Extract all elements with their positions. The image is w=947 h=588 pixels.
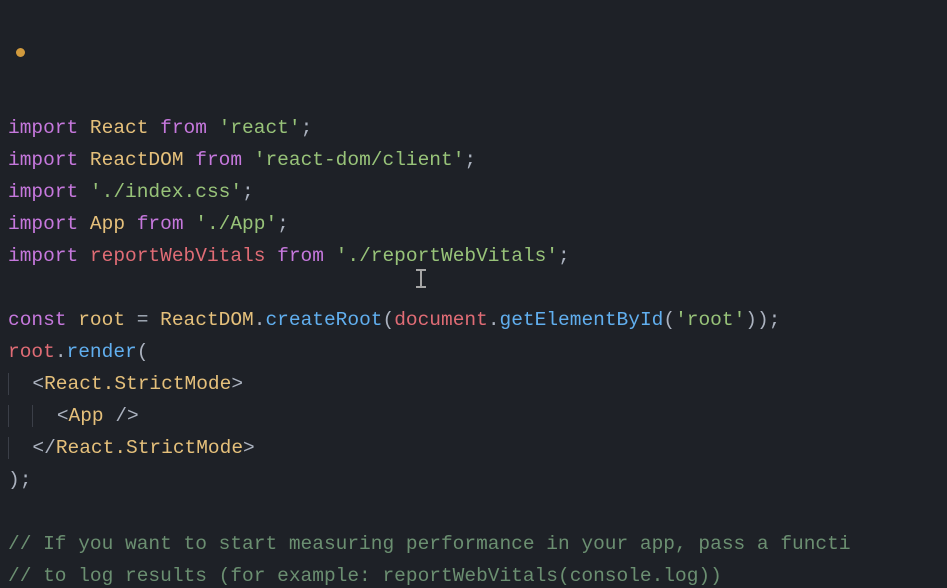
code-line[interactable]: <React.StrictMode>	[8, 368, 947, 400]
token-punc	[207, 117, 219, 139]
token-func: render	[67, 341, 137, 363]
token-kw: import	[8, 149, 90, 171]
token-ident: document	[394, 309, 488, 331]
token-punc	[265, 245, 277, 267]
token-comment: // to log results (for example: reportWe…	[8, 565, 722, 587]
token-angle: <	[57, 405, 69, 427]
token-kw: from	[137, 213, 184, 235]
token-kw: import	[8, 181, 90, 203]
code-line[interactable]: // If you want to start measuring perfor…	[8, 528, 947, 560]
token-dot: .	[488, 309, 500, 331]
token-kw: from	[195, 149, 242, 171]
indent	[8, 405, 32, 427]
token-str: 'root'	[675, 309, 745, 331]
indent	[8, 437, 32, 459]
code-content[interactable]: import React from 'react';import ReactDO…	[8, 112, 947, 588]
token-angle: </	[32, 437, 55, 459]
token-punc	[125, 213, 137, 235]
token-str: 'react'	[219, 117, 301, 139]
token-ident: reportWebVitals	[90, 245, 266, 267]
token-const: App	[90, 213, 125, 235]
code-line[interactable]: import App from './App';	[8, 208, 947, 240]
token-punc: ;	[558, 245, 570, 267]
token-str: './App'	[195, 213, 277, 235]
code-line[interactable]: );	[8, 464, 947, 496]
token-tag: React.StrictMode	[56, 437, 243, 459]
code-line[interactable]: import reportWebVitals from './reportWeb…	[8, 240, 947, 272]
code-line[interactable]: // to log results (for example: reportWe…	[8, 560, 947, 588]
token-dot: .	[254, 309, 266, 331]
token-dot: .	[55, 341, 67, 363]
code-line[interactable]: <App />	[8, 400, 947, 432]
warning-marker-icon	[16, 48, 25, 57]
token-angle: <	[32, 373, 44, 395]
token-angle: />	[104, 405, 139, 427]
token-root: root	[8, 341, 55, 363]
indent	[8, 373, 32, 395]
token-kw: const	[8, 309, 78, 331]
token-kw: from	[160, 117, 207, 139]
token-punc	[324, 245, 336, 267]
code-line[interactable]: import ReactDOM from 'react-dom/client';	[8, 144, 947, 176]
token-punc	[184, 149, 196, 171]
token-func: createRoot	[265, 309, 382, 331]
token-kw: import	[8, 117, 90, 139]
token-const: root	[78, 309, 125, 331]
token-angle: >	[243, 437, 255, 459]
token-kw: import	[8, 213, 90, 235]
token-punc: (	[137, 341, 149, 363]
token-const: ReactDOM	[160, 309, 254, 331]
token-punc	[148, 117, 160, 139]
token-punc: ;	[301, 117, 313, 139]
token-punc	[184, 213, 196, 235]
token-str: 'react-dom/client'	[254, 149, 465, 171]
token-punc: (	[663, 309, 675, 331]
token-const: React	[90, 117, 149, 139]
token-punc: ));	[745, 309, 780, 331]
code-line[interactable]: import React from 'react';	[8, 112, 947, 144]
token-kw: from	[277, 245, 324, 267]
token-str: './reportWebVitals'	[336, 245, 558, 267]
token-const: ReactDOM	[90, 149, 184, 171]
token-kw: import	[8, 245, 90, 267]
token-punc: );	[8, 469, 31, 491]
token-punc: (	[383, 309, 395, 331]
code-line[interactable]: const root = ReactDOM.createRoot(documen…	[8, 304, 947, 336]
code-line[interactable]: root.render(	[8, 336, 947, 368]
token-angle: >	[231, 373, 243, 395]
token-comment: // If you want to start measuring perfor…	[8, 533, 851, 555]
token-punc: ;	[464, 149, 476, 171]
token-punc: =	[125, 309, 160, 331]
token-tag: React.StrictMode	[44, 373, 231, 395]
token-str: './index.css'	[90, 181, 242, 203]
token-punc	[242, 149, 254, 171]
code-line[interactable]	[8, 272, 947, 304]
code-editor[interactable]: import React from 'react';import ReactDO…	[0, 0, 947, 588]
token-punc: ;	[277, 213, 289, 235]
code-line[interactable]	[8, 496, 947, 528]
token-func: getElementById	[500, 309, 664, 331]
code-line[interactable]: import './index.css';	[8, 176, 947, 208]
token-punc: ;	[242, 181, 254, 203]
token-tag: App	[69, 405, 104, 427]
code-line[interactable]: </React.StrictMode>	[8, 432, 947, 464]
indent	[32, 405, 56, 427]
